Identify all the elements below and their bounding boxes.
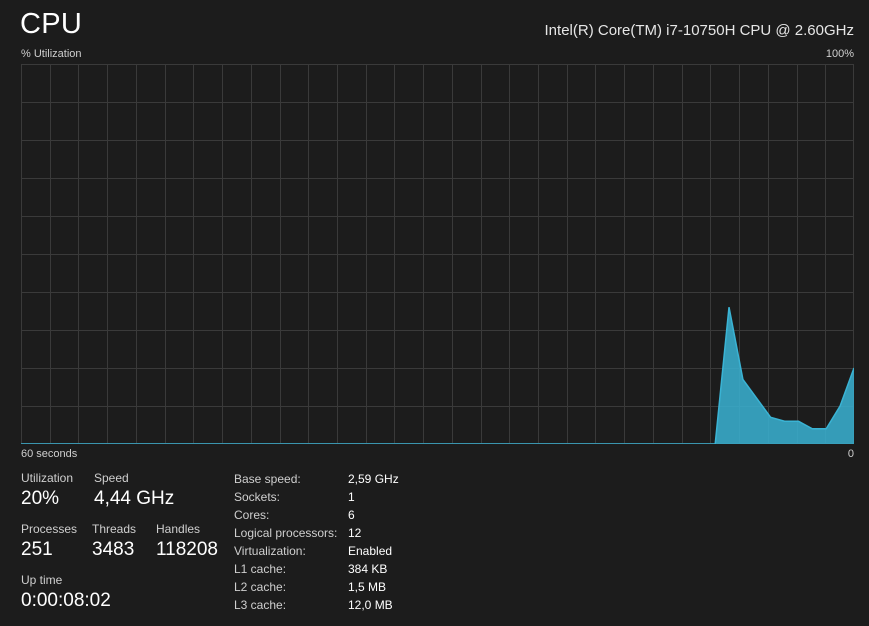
cpu-model-name: Intel(R) Core(TM) i7-10750H CPU @ 2.60GH… — [544, 22, 854, 39]
spec-row: Base speed: 2,59 GHz — [234, 470, 399, 488]
uptime-stat: Up time 0:00:08:02 — [21, 573, 111, 612]
spec-value: 2,59 GHz — [348, 472, 399, 486]
processes-stat-value: 251 — [21, 539, 53, 560]
spec-row: L1 cache: 384 KB — [234, 560, 399, 578]
spec-key: L2 cache: — [234, 580, 287, 594]
spec-row: Virtualization: Enabled — [234, 542, 399, 560]
time-span-label: 60 seconds — [21, 448, 78, 460]
max-utilization-label: 100% — [825, 48, 854, 60]
spec-key: L1 cache: — [234, 562, 287, 576]
handles-stat-label: Handles — [156, 522, 201, 536]
time-zero-label: 0 — [847, 448, 854, 460]
spec-row: Cores: 6 — [234, 506, 399, 524]
spec-value: 1,5 MB — [348, 580, 387, 594]
spec-value: Enabled — [348, 544, 393, 558]
spec-key: Base speed: — [234, 472, 301, 486]
cpu-specs-table: Base speed: 2,59 GHz Sockets: 1 Cores: 6 Lo… — [234, 470, 399, 614]
threads-stat-label: Threads — [92, 522, 137, 536]
utilization-stat-label: Utilization — [21, 471, 74, 485]
spec-key: Virtualization: — [234, 544, 306, 558]
utilization-axis-label: % Utilization — [21, 48, 82, 60]
spec-row: L2 cache: 1,5 MB — [234, 578, 399, 596]
spec-value: 1 — [348, 490, 355, 504]
utilization-stat-value: 20% — [21, 488, 60, 509]
utilization-area — [21, 307, 854, 444]
spec-row: Logical processors: 12 — [234, 524, 399, 542]
spec-row: L3 cache: 12,0 MB — [234, 596, 399, 614]
cpu-utilization-graph — [21, 64, 854, 444]
spec-value: 12,0 MB — [348, 598, 393, 612]
speed-stat-value: 4,44 GHz — [94, 488, 175, 509]
spec-value: 6 — [348, 508, 355, 522]
page-title: CPU — [20, 8, 83, 40]
spec-key: Sockets: — [234, 490, 281, 504]
utilization-stat: Utilization 20% — [21, 471, 73, 510]
uptime-stat-value: 0:00:08:02 — [21, 590, 111, 611]
handles-stat-value: 118208 — [156, 539, 218, 560]
threads-stat-value: 3483 — [92, 539, 135, 560]
speed-stat: Speed 4,44 GHz — [94, 471, 174, 510]
graph-plot — [21, 307, 854, 444]
spec-row: Sockets: 1 — [234, 488, 399, 506]
spec-value: 12 — [348, 526, 362, 540]
handles-stat: Handles 118208 — [156, 522, 218, 561]
speed-stat-label: Speed — [94, 471, 129, 485]
spec-key: L3 cache: — [234, 598, 287, 612]
spec-value: 384 KB — [348, 562, 388, 576]
processes-stat-label: Processes — [21, 522, 78, 536]
processes-stat: Processes 251 — [21, 522, 77, 561]
spec-key: Logical processors: — [234, 526, 338, 540]
spec-key: Cores: — [234, 508, 270, 522]
threads-stat: Threads 3483 — [92, 522, 136, 561]
uptime-stat-label: Up time — [21, 573, 63, 587]
